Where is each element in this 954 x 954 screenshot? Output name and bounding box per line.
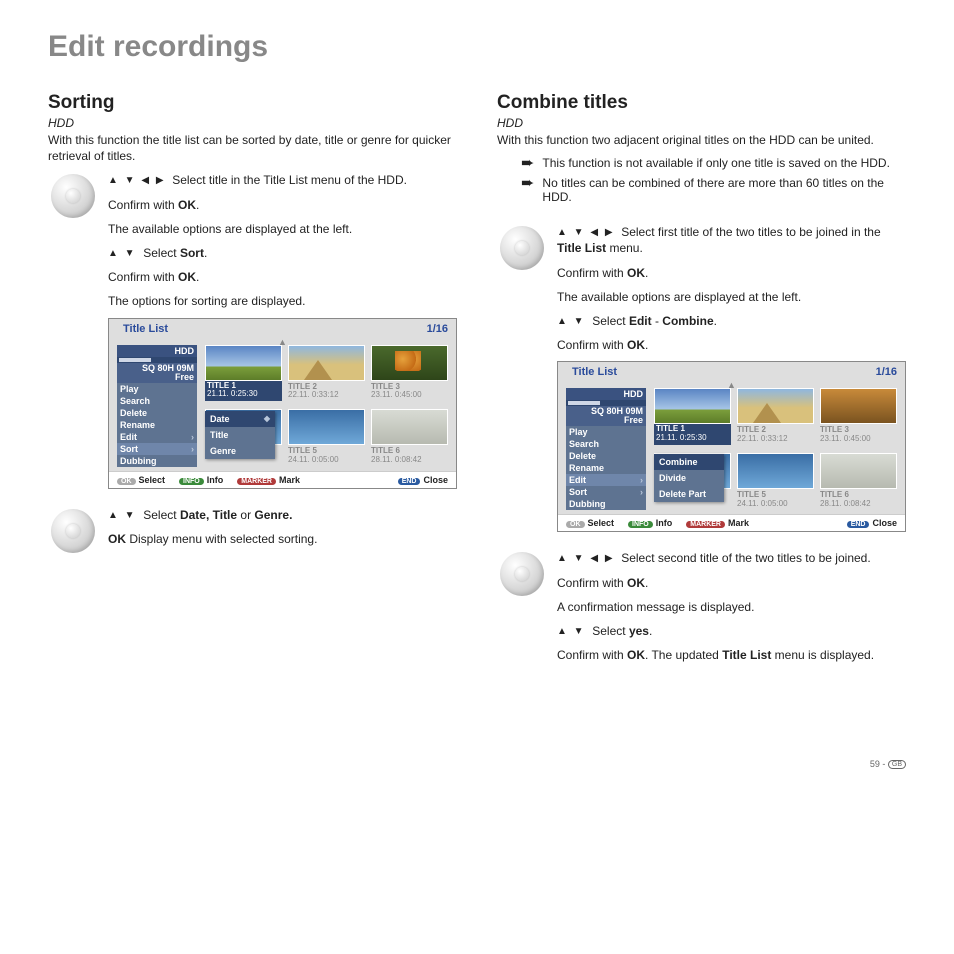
page-footer: 59 - GB [48,759,906,769]
osd-title: Title List [572,366,617,378]
bullet-arrow-icon: ➨ [521,156,534,172]
step-line: The available options are displayed at t… [557,289,906,305]
osd-submenu-item-selected: Combine [654,454,724,470]
step-line: Confirm with OK. [557,575,906,591]
step-line: OK Display menu with selected sorting. [108,531,457,547]
scroll-up-icon: ▲ [558,380,905,388]
step-line: Confirm with OK. The updated Title List … [557,647,906,663]
intro-combine: With this function two adjacent original… [497,132,906,148]
end-button-icon: END [398,478,421,485]
osd-menu-item: Delete [117,407,197,419]
arrow-ud-icon: ▲ ▼ [557,625,586,639]
osd-page: 1/16 [427,323,448,335]
step-line: Confirm with OK. [108,269,457,285]
dpad-icon [500,552,544,596]
arrow-icons: ▲ ▼ ◀ ▶ [557,552,615,566]
osd-submenu-item: Divide [654,470,724,486]
dpad-icon [51,174,95,218]
osd-submenu-sort: Date◆ Title Genre [205,411,275,459]
osd-free-bar [566,400,646,406]
osd-title-list-combine: Title List 1/16 ▲ HDD SQ 80H 09MFree Pla… [557,361,906,532]
osd-footer: OKSelect INFOInfo MARKERMark ENDClose [109,471,456,488]
osd-submenu-item: Title [205,427,275,443]
ok-button-icon: OK [117,478,136,485]
osd-menu-item: Delete [566,450,646,462]
osd-title: Title List [123,323,168,335]
bullet-arrow-icon: ➨ [521,176,534,192]
dpad-icon [51,509,95,553]
scroll-up-icon: ▲ [109,337,456,345]
note-bullet: ➨This function is not available if only … [497,156,906,172]
osd-submenu-item: Delete Part [654,486,724,502]
step-line: The options for sorting are displayed. [108,293,457,309]
step-line: ▲ ▼ Select Date, Title or Genre. [108,507,457,523]
osd-hdd-badge: HDD [117,345,197,357]
step-line: ▲ ▼ Select Edit - Combine. [557,313,906,329]
page-title: Edit recordings [48,30,906,64]
step-line: Confirm with OK. [557,337,906,353]
arrow-icons: ▲ ▼ ◀ ▶ [108,174,166,188]
osd-side-menu: HDD SQ 80H 09MFree Play Search Delete Re… [566,388,646,510]
arrow-icons: ▲ ▼ ◀ ▶ [557,226,615,240]
arrow-ud-icon: ▲ ▼ [108,509,137,523]
osd-menu-item: Search [566,438,646,450]
ok-button-icon: OK [566,521,585,528]
region-badge: GB [888,760,906,769]
osd-menu-item: Rename [117,419,197,431]
osd-menu-item: Sort› [566,486,646,498]
osd-menu-item-selected: Sort› [117,443,197,455]
osd-page: 1/16 [876,366,897,378]
osd-submenu-edit: Combine Divide Delete Part [654,454,724,502]
subhead-hdd-right: HDD [497,116,906,130]
end-button-icon: END [847,521,870,528]
osd-menu-item: Dubbing [117,455,197,467]
column-combine: Combine titles HDD With this function tw… [497,92,906,679]
arrow-ud-icon: ▲ ▼ [557,315,586,329]
step-line: ▲ ▼ ◀ ▶ Select title in the Title List m… [108,172,457,188]
info-button-icon: INFO [628,521,653,528]
osd-menu-item: Play [566,426,646,438]
osd-footer: OKSelect INFOInfo MARKERMark ENDClose [558,514,905,531]
osd-menu-item: Play [117,383,197,395]
step-line: ▲ ▼ Select Sort. [108,245,457,261]
osd-menu-item-selected: Edit› [566,474,646,486]
step-line: ▲ ▼ ◀ ▶ Select first title of the two ti… [557,224,906,256]
subhead-hdd-left: HDD [48,116,457,130]
heading-combine: Combine titles [497,92,906,114]
step-line: ▲ ▼ ◀ ▶ Select second title of the two t… [557,550,906,566]
osd-submenu-item-selected: Date◆ [205,411,275,427]
info-button-icon: INFO [179,478,204,485]
osd-free-bar [117,357,197,363]
osd-title-list-sort: Title List 1/16 ▲ HDD SQ 80H 09MFree Pla… [108,318,457,489]
osd-menu-item: Search [117,395,197,407]
dpad-icon [500,226,544,270]
osd-submenu-item: Genre [205,443,275,459]
marker-button-icon: MARKER [686,521,725,528]
osd-menu-item: Rename [566,462,646,474]
osd-side-menu: HDD SQ 80H 09MFree Play Search Delete Re… [117,345,197,467]
column-sorting: Sorting HDD With this function the title… [48,92,457,679]
heading-sorting: Sorting [48,92,457,114]
marker-button-icon: MARKER [237,478,276,485]
step-line: A confirmation message is displayed. [557,599,906,615]
step-line: ▲ ▼ Select yes. [557,623,906,639]
intro-sorting: With this function the title list can be… [48,132,457,164]
osd-hdd-badge: HDD [566,388,646,400]
osd-menu-item: Edit› [117,431,197,443]
step-line: Confirm with OK. [557,265,906,281]
step-line: The available options are displayed at t… [108,221,457,237]
osd-menu-item: Dubbing [566,498,646,510]
arrow-ud-icon: ▲ ▼ [108,247,137,261]
step-line: Confirm with OK. [108,197,457,213]
note-bullet: ➨No titles can be combined of there are … [497,176,906,204]
